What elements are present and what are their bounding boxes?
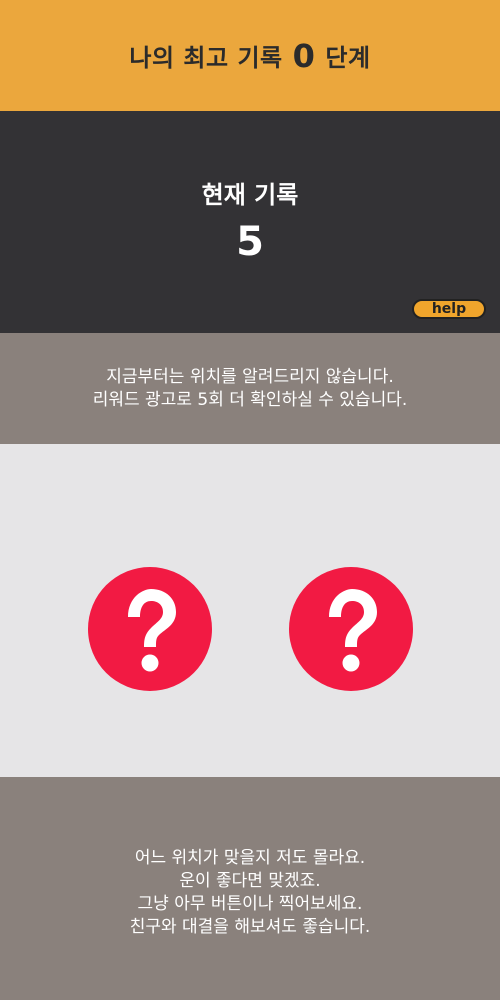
choice-area: [0, 444, 500, 777]
message-line: 어느 위치가 맞을지 저도 몰라요.: [134, 848, 366, 868]
best-record-prefix: 나의 최고 기록: [129, 44, 283, 72]
message-line: 친구와 대결을 해보셔도 좋습니다.: [129, 917, 371, 937]
current-record-value: 5: [236, 219, 264, 265]
current-record-title: 현재 기록: [201, 181, 299, 209]
question-mark-icon: [128, 589, 176, 672]
best-record-suffix: 단계: [325, 44, 371, 72]
choice-button-left[interactable]: [88, 567, 212, 691]
choice-button-right[interactable]: [289, 567, 413, 691]
best-record-bar: 나의 최고 기록 0 단계: [0, 0, 500, 111]
message-line: 그냥 아무 버튼이나 찍어보세요.: [137, 894, 363, 914]
help-button[interactable]: help: [412, 299, 486, 319]
question-mark-icon: [329, 589, 377, 672]
bottom-message-panel: 어느 위치가 맞을지 저도 몰라요. 운이 좋다면 맞겠죠. 그냥 아무 버튼이…: [0, 777, 500, 1000]
notice-panel: 지금부터는 위치를 알려드리지 않습니다. 리워드 광고로 5회 더 확인하실 …: [0, 333, 500, 444]
best-record-value: 0: [292, 36, 316, 75]
current-record-panel: 현재 기록 5 help: [0, 111, 500, 333]
notice-line: 리워드 광고로 5회 더 확인하실 수 있습니다.: [92, 389, 408, 410]
notice-line: 지금부터는 위치를 알려드리지 않습니다.: [106, 366, 394, 387]
message-line: 운이 좋다면 맞겠죠.: [179, 871, 321, 891]
